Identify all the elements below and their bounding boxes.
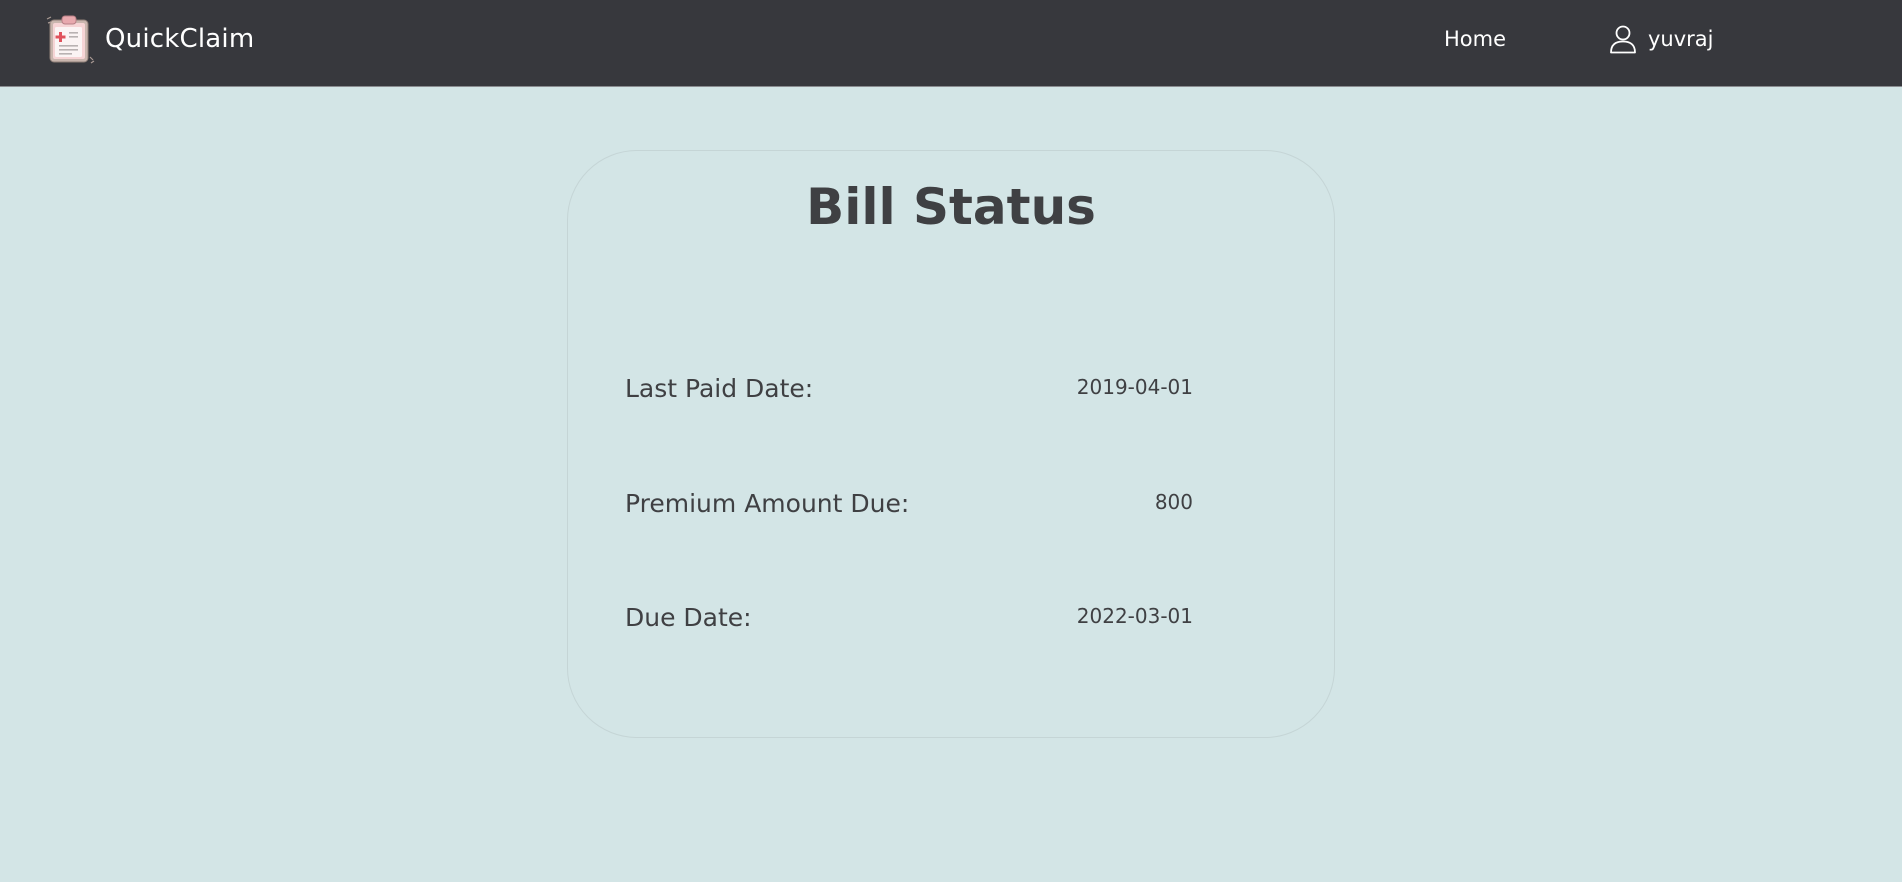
due-date-value: 2022-03-01 (1076, 604, 1193, 628)
last-paid-date-label: Last Paid Date: (625, 374, 814, 403)
bill-status-card: Bill Status Last Paid Date: 2019-04-01 P… (567, 150, 1335, 738)
due-date-label: Due Date: (625, 603, 752, 632)
nav-home-link[interactable]: Home (1444, 24, 1506, 54)
top-navbar: QuickClaim Home yuvraj (0, 0, 1902, 87)
premium-amount-due-value: 800 (1154, 490, 1193, 514)
user-profile-link[interactable]: yuvraj (1609, 23, 1714, 55)
bill-row-due-date: Due Date: 2022-03-01 (625, 600, 1193, 636)
page-title: Bill Status (806, 178, 1096, 236)
medical-clipboard-icon (46, 15, 95, 64)
brand-link[interactable]: QuickClaim (44, 13, 254, 65)
username-label: yuvraj (1648, 27, 1714, 51)
bill-row-premium-amount-due: Premium Amount Due: 800 (625, 486, 1193, 522)
bill-row-last-paid-date: Last Paid Date: 2019-04-01 (625, 371, 1193, 407)
premium-amount-due-label: Premium Amount Due: (625, 489, 910, 518)
user-icon (1610, 25, 1636, 54)
brand-name: QuickClaim (105, 24, 255, 54)
last-paid-date-value: 2019-04-01 (1076, 375, 1193, 399)
